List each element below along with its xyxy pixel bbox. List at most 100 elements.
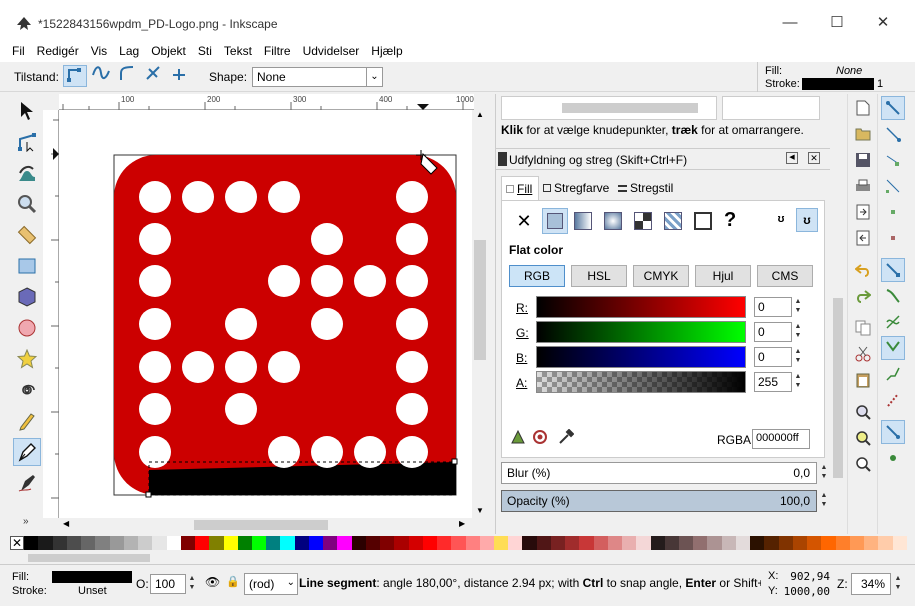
color-swatch[interactable] <box>308 536 324 550</box>
layer-lock-icon[interactable]: 🔒 <box>226 575 240 588</box>
color-swatch[interactable] <box>180 536 196 550</box>
color-managed-icon[interactable] <box>510 429 526 445</box>
channel-g-slider[interactable] <box>536 321 746 343</box>
color-swatch[interactable] <box>408 536 423 550</box>
color-swatch[interactable] <box>565 536 580 550</box>
cut-icon[interactable] <box>851 342 875 366</box>
spin-arrows-icon[interactable]: ▲ ▼ <box>893 574 903 594</box>
color-swatch[interactable] <box>437 536 452 550</box>
color-swatch[interactable] <box>394 536 409 550</box>
scroll-thumb[interactable] <box>28 554 150 562</box>
color-swatch[interactable] <box>735 536 751 550</box>
color-swatch[interactable] <box>522 536 537 550</box>
color-swatch[interactable] <box>550 536 566 550</box>
snap-bbox-center-icon[interactable] <box>881 226 905 250</box>
rectangle-tool-icon[interactable] <box>13 252 41 280</box>
paraxial-mode-icon[interactable] <box>167 65 191 87</box>
color-mode-wheel[interactable]: Hjul <box>695 265 751 287</box>
color-swatch[interactable] <box>764 536 779 550</box>
color-swatch[interactable] <box>195 536 210 550</box>
scroll-thumb[interactable] <box>194 520 328 530</box>
pattern-icon[interactable] <box>664 212 682 230</box>
color-swatch[interactable] <box>493 536 509 550</box>
color-swatch[interactable] <box>380 536 395 550</box>
color-swatch[interactable] <box>821 536 836 550</box>
color-swatch[interactable] <box>636 536 651 550</box>
color-swatch[interactable] <box>650 536 665 550</box>
color-swatch[interactable] <box>593 536 608 550</box>
undo-icon[interactable] <box>851 258 875 282</box>
menu-filters[interactable]: Filtre <box>264 44 291 58</box>
zigzag-mode-icon[interactable] <box>141 65 165 87</box>
menu-extensions[interactable]: Udvidelser <box>303 44 360 58</box>
snap-midpoint-icon[interactable] <box>881 388 905 412</box>
color-swatch[interactable] <box>209 536 224 550</box>
palette-scrollbar[interactable] <box>10 552 907 564</box>
snap-bbox-edge-icon[interactable] <box>881 148 905 172</box>
export-icon[interactable] <box>851 226 875 250</box>
menu-view[interactable]: Vis <box>91 44 107 58</box>
out-of-gamut-icon[interactable] <box>532 429 548 445</box>
color-swatch[interactable] <box>864 536 879 550</box>
color-swatch[interactable] <box>892 536 907 550</box>
snap-bbox-corner-icon[interactable] <box>881 174 905 198</box>
spin-arrows-icon[interactable]: ▲ ▼ <box>819 463 829 483</box>
mesh-gradient-icon[interactable] <box>634 212 652 230</box>
status-fill-swatch[interactable] <box>52 571 132 583</box>
menu-edit[interactable]: Redigér <box>37 44 79 58</box>
color-swatch[interactable] <box>123 536 139 550</box>
calligraphy-tool-icon[interactable] <box>13 469 41 497</box>
snap-object-center-icon[interactable] <box>881 420 905 444</box>
color-swatch[interactable] <box>792 536 808 550</box>
layer-visibility-icon[interactable]: 👁 <box>205 575 220 589</box>
snap-bbox-midpoint-icon[interactable] <box>881 200 905 224</box>
color-swatch[interactable] <box>607 536 623 550</box>
channel-b-input[interactable]: 0 <box>754 347 792 367</box>
color-swatch[interactable] <box>81 536 96 550</box>
color-mode-rgb[interactable]: RGB <box>509 265 565 287</box>
scroll-thumb[interactable] <box>474 240 486 360</box>
color-swatch[interactable] <box>707 536 722 550</box>
unset-paint-button[interactable]: ? <box>724 209 736 232</box>
scroll-thumb[interactable] <box>562 103 698 113</box>
color-swatch[interactable] <box>750 536 765 550</box>
no-color-swatch-icon[interactable]: ✕ <box>10 536 24 550</box>
shape-select[interactable]: None ⌄ <box>252 67 383 87</box>
color-swatch[interactable] <box>323 536 338 550</box>
open-document-icon[interactable] <box>851 122 875 146</box>
tab-fill[interactable]: Fill <box>501 176 539 200</box>
canvas-vertical-scrollbar[interactable]: ▲ ▼ <box>472 110 488 518</box>
flat-color-button[interactable] <box>542 208 568 234</box>
color-mode-cms[interactable]: CMS <box>757 265 813 287</box>
color-swatch[interactable] <box>351 536 366 550</box>
new-document-icon[interactable] <box>851 96 875 120</box>
menu-help[interactable]: Hjælp <box>371 44 402 58</box>
channel-r-slider[interactable] <box>536 296 746 318</box>
tab-stroke-style[interactable]: Stregstil <box>618 181 673 195</box>
color-swatch[interactable] <box>52 536 67 550</box>
spiral-tool-icon[interactable] <box>13 376 41 404</box>
zoom-page-icon[interactable] <box>851 452 875 476</box>
color-picker-icon[interactable] <box>558 428 575 445</box>
selector-tool-icon[interactable] <box>13 97 41 125</box>
snap-smooth-icon[interactable] <box>881 362 905 386</box>
swatch-icon[interactable] <box>694 212 712 230</box>
menu-text[interactable]: Tekst <box>224 44 252 58</box>
minimize-button[interactable]: — <box>775 8 805 38</box>
color-swatch[interactable] <box>223 536 238 550</box>
color-swatch[interactable] <box>251 536 267 550</box>
scroll-up-icon[interactable]: ▲ <box>476 110 484 119</box>
menu-layer[interactable]: Lag <box>119 44 139 58</box>
import-icon[interactable] <box>851 200 875 224</box>
color-swatch[interactable] <box>38 536 53 550</box>
close-button[interactable]: ✕ <box>868 8 898 38</box>
snap-cusp-icon[interactable] <box>881 336 905 360</box>
color-swatch[interactable] <box>422 536 438 550</box>
radial-gradient-icon[interactable] <box>604 212 622 230</box>
color-swatch[interactable] <box>294 536 309 550</box>
color-swatch[interactable] <box>508 536 523 550</box>
channel-g-input[interactable]: 0 <box>754 322 792 342</box>
zoom-input[interactable]: 34% <box>851 573 891 595</box>
measure-tool-icon[interactable] <box>13 221 41 249</box>
spin-arrows-icon[interactable]: ▲ ▼ <box>793 297 803 317</box>
